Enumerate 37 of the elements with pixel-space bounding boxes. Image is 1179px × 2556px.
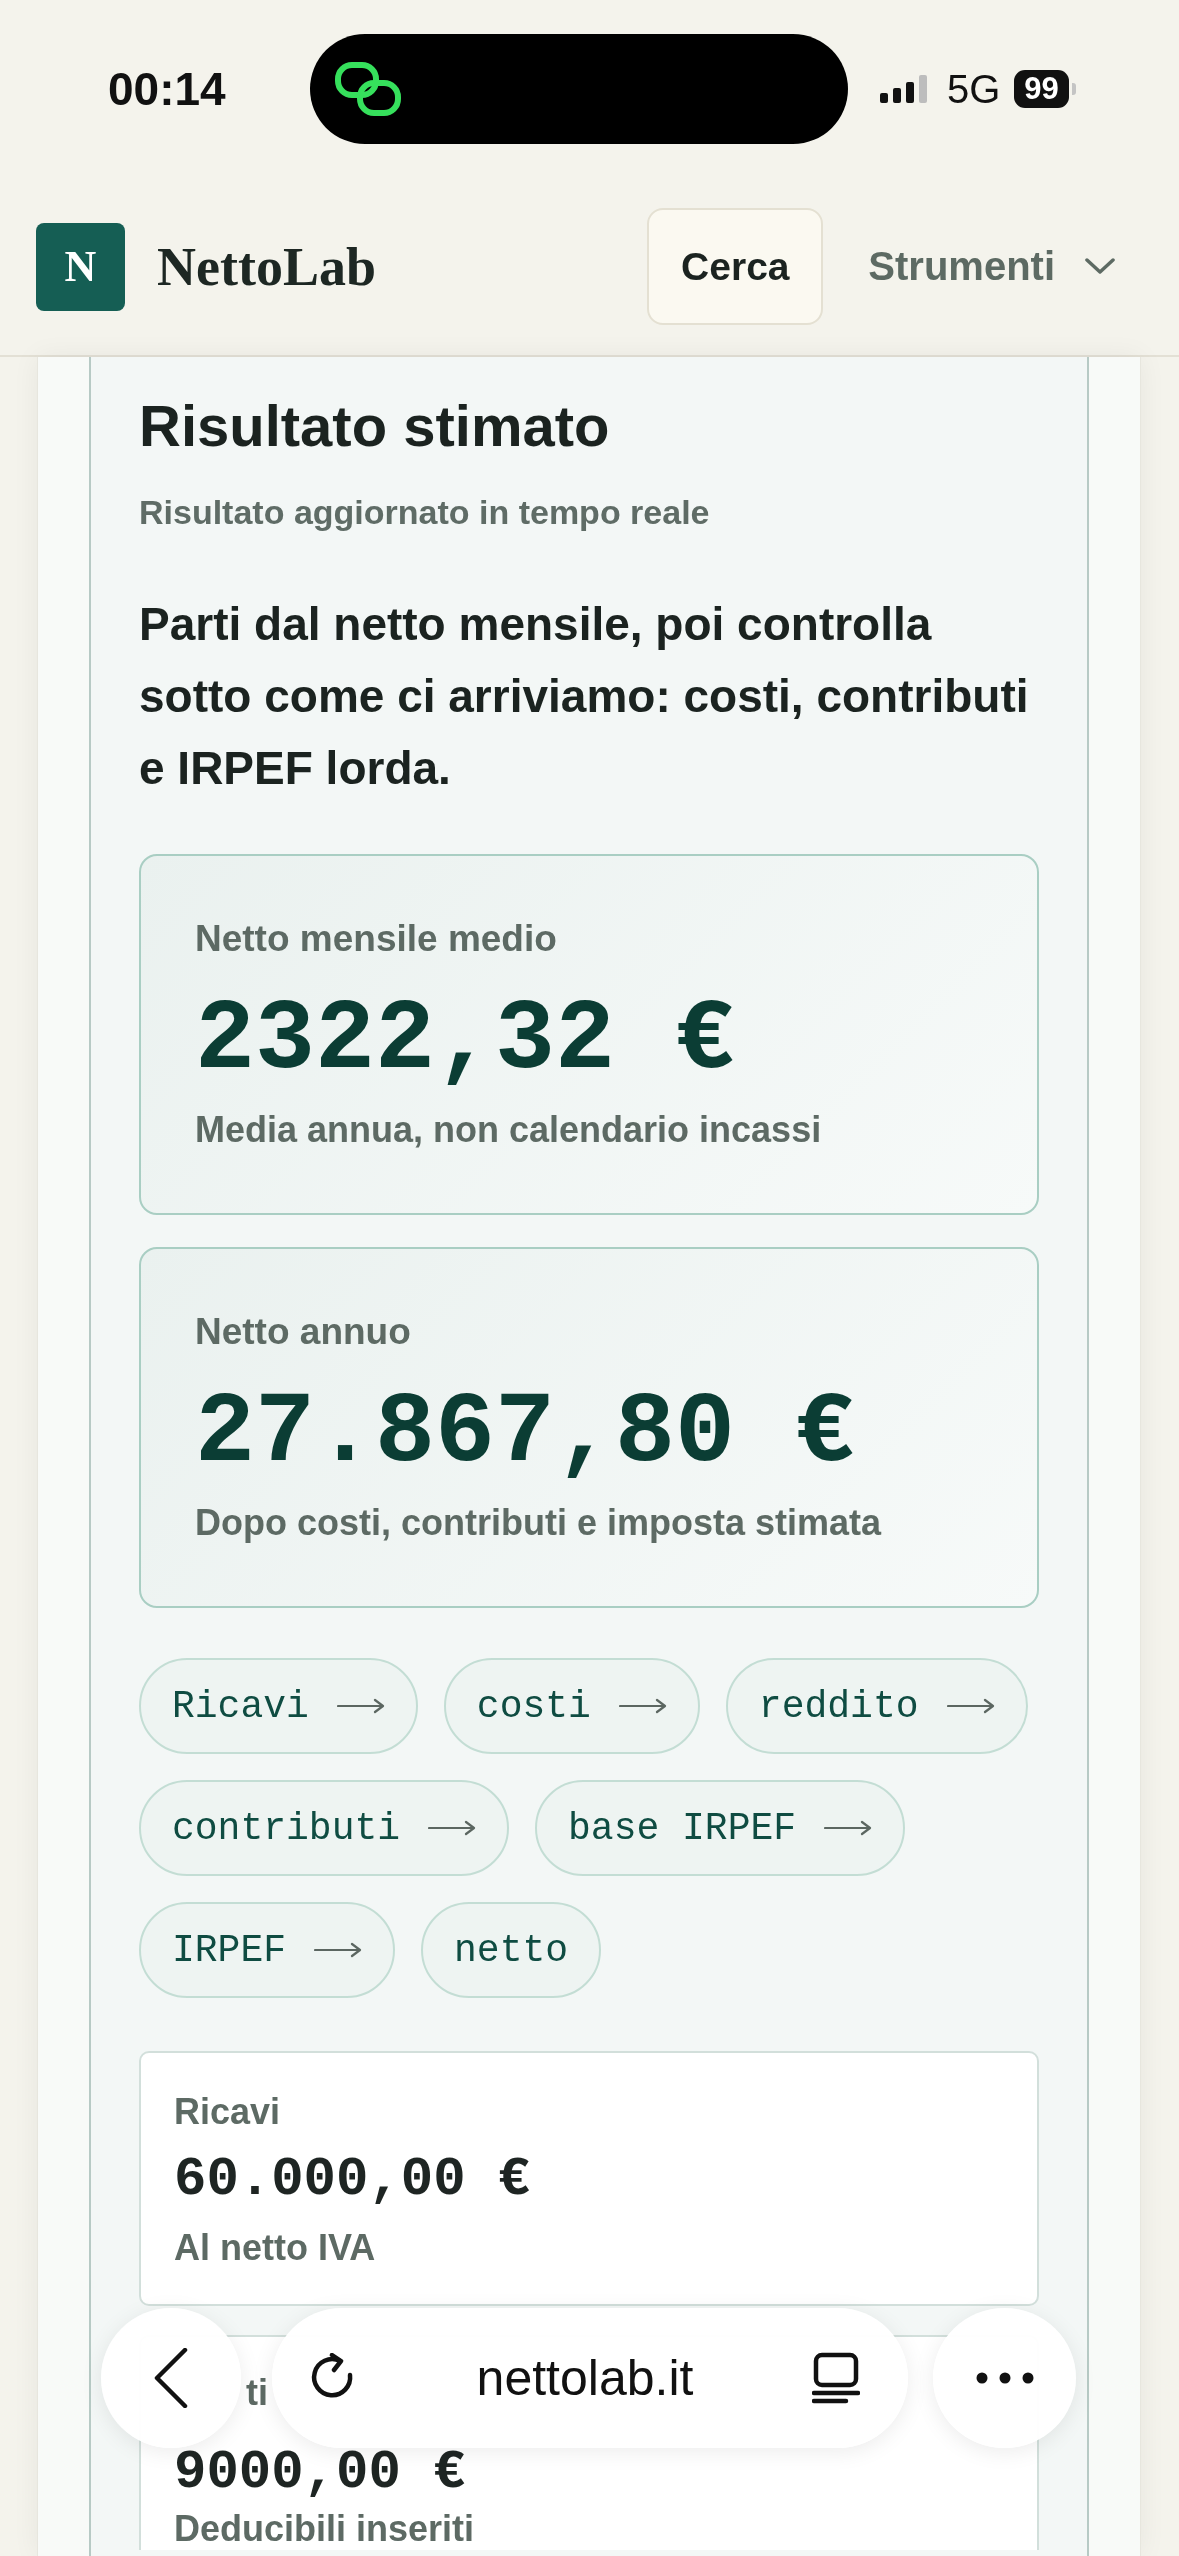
network-type: 5G bbox=[947, 66, 1001, 112]
step-chip[interactable]: base IRPEF bbox=[535, 1780, 906, 1876]
breakdown-value: 9000,00 € bbox=[174, 2446, 466, 2500]
result-intro: Parti dal netto mensile, poi controlla sotto come ci arriviamo: costi, contributi e IRPEF lorda. bbox=[139, 597, 1030, 796]
result-title: Risultato stimato bbox=[139, 394, 611, 458]
tools-menu[interactable]: Strumenti bbox=[868, 244, 1115, 289]
back-icon bbox=[154, 2348, 188, 2408]
step-chip[interactable]: reddito bbox=[725, 1658, 1028, 1754]
signal-icon bbox=[880, 75, 927, 103]
step-chip[interactable]: netto bbox=[421, 1902, 602, 1998]
breakdown-value: 60.000,00 € bbox=[174, 2148, 531, 2212]
battery-indicator: 99 bbox=[1014, 70, 1076, 108]
highlight-label: Netto mensile medio bbox=[195, 917, 558, 961]
highlight-label: Netto annuo bbox=[195, 1310, 412, 1354]
address-bar[interactable]: nettolab.it bbox=[272, 2308, 908, 2448]
page-icon[interactable] bbox=[812, 2352, 860, 2404]
step-chip[interactable]: contributi bbox=[139, 1780, 510, 1876]
breakdown-note: Deducibili inseriti bbox=[174, 2508, 475, 2550]
step-chip[interactable]: Ricavi bbox=[139, 1658, 418, 1754]
more-icon bbox=[975, 2372, 1034, 2384]
breakdown-note: Al netto IVA bbox=[174, 2227, 376, 2269]
step-chip[interactable]: costi bbox=[443, 1658, 700, 1754]
brand-name: NettoLab bbox=[157, 235, 376, 298]
step-chip[interactable]: IRPEF bbox=[139, 1902, 396, 1998]
breakdown-label: Ricavi bbox=[174, 2091, 281, 2133]
link-icon bbox=[335, 62, 401, 116]
status-time: 00:14 bbox=[108, 62, 227, 116]
chevron-down-icon bbox=[1085, 258, 1115, 275]
result-subtitle: Risultato aggiornato in tempo reale bbox=[139, 492, 711, 533]
highlight-note: Dopo costi, contributi e imposta stimata bbox=[195, 1501, 883, 1545]
highlight-value: 2322,32 € bbox=[195, 986, 737, 1096]
search-button[interactable]: Cerca bbox=[647, 208, 824, 325]
highlight-value: 27.867,80 € bbox=[195, 1379, 857, 1489]
highlight-note: Media annua, non calendario incassi bbox=[195, 1108, 823, 1152]
url-text[interactable]: nettolab.it bbox=[358, 2349, 812, 2407]
breakdown-label: ti bbox=[246, 2372, 268, 2414]
logo: N bbox=[36, 222, 125, 311]
